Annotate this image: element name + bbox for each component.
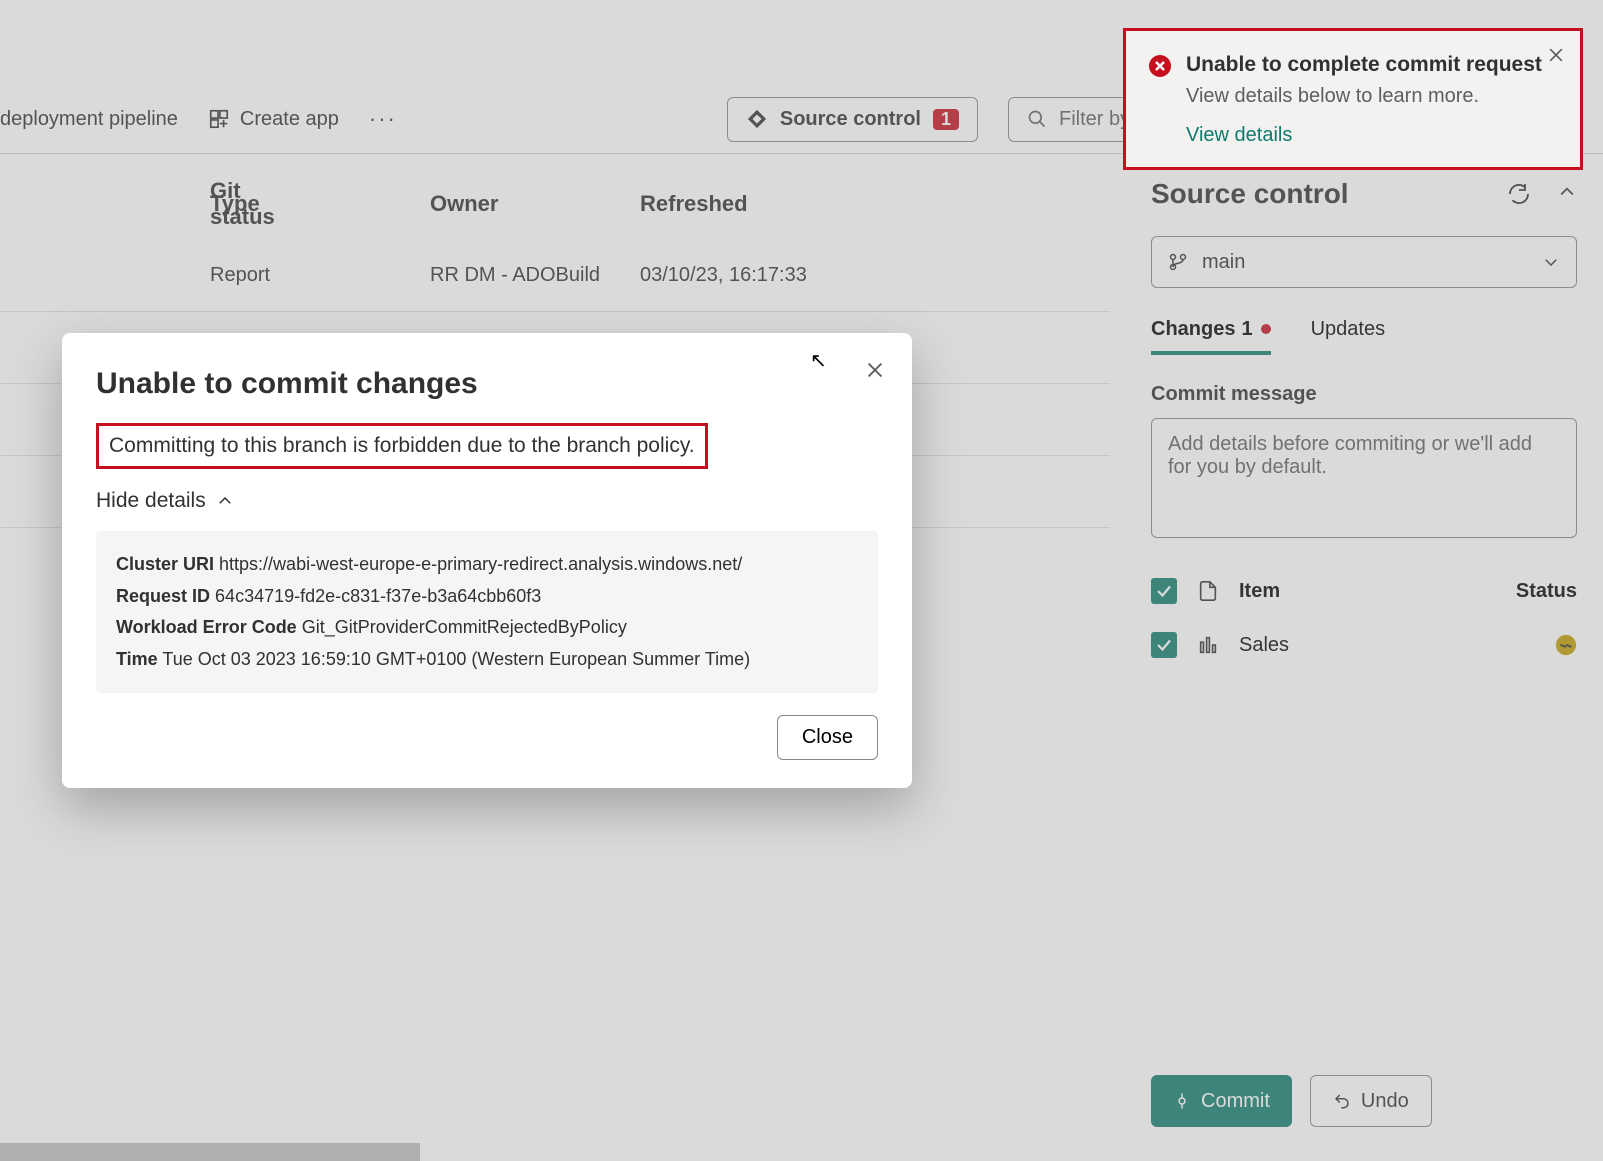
toast-title: Unable to complete commit request [1186, 51, 1542, 79]
error-modal: Unable to commit changes Committing to t… [62, 333, 912, 788]
create-app-link[interactable]: Create app [208, 108, 339, 131]
modal-error-message: Committing to this branch is forbidden d… [96, 423, 708, 469]
file-icon [1197, 580, 1219, 602]
deployment-pipeline-label: deployment pipeline [0, 108, 178, 131]
grid-row[interactable]: Uncommitted Report RR DM - ADOBuild 03/1… [0, 240, 1110, 312]
chevron-up-icon[interactable] [1557, 182, 1577, 202]
changes-list-row[interactable]: Sales [1151, 632, 1577, 658]
branch-name: main [1202, 251, 1245, 274]
modal-close-button[interactable]: Close [777, 715, 878, 760]
create-app-label: Create app [240, 108, 339, 131]
branch-selector[interactable]: main [1151, 236, 1577, 288]
branch-icon [1168, 252, 1188, 272]
source-control-panel: Source control main Changes 1 Updates Co… [1129, 168, 1599, 1161]
row-checkbox[interactable] [1151, 632, 1177, 658]
toast-view-details-link[interactable]: View details [1186, 124, 1542, 147]
cell-refreshed: 03/10/23, 16:17:33 [640, 264, 860, 287]
cell-type: Report [210, 264, 430, 287]
undo-icon [1333, 1092, 1351, 1110]
status-column: Status [1516, 580, 1577, 603]
detail-request-label: Request ID [116, 586, 210, 606]
col-type: Type [210, 191, 430, 217]
detail-workload-value: Git_GitProviderCommitRejectedByPolicy [302, 617, 627, 637]
hide-details-toggle[interactable]: Hide details [96, 489, 878, 513]
tab-updates[interactable]: Updates [1311, 318, 1386, 355]
toast-subtitle: View details below to learn more. [1186, 85, 1542, 108]
app-icon [208, 108, 230, 130]
refresh-icon[interactable] [1507, 182, 1531, 206]
horizontal-scrollbar[interactable] [0, 1143, 420, 1161]
tab-changes[interactable]: Changes 1 [1151, 318, 1271, 355]
source-control-badge: 1 [933, 109, 959, 130]
panel-title: Source control [1151, 178, 1349, 210]
changes-indicator-icon [1261, 324, 1271, 334]
error-toast: Unable to complete commit request View d… [1123, 28, 1583, 170]
row-item-name: Sales [1239, 634, 1289, 657]
commit-message-input[interactable]: Add details before commiting or we'll ad… [1151, 418, 1577, 538]
detail-cluster-value: https://wabi-west-europe-e-primary-redir… [219, 554, 742, 574]
modal-close-icon[interactable] [864, 359, 886, 381]
item-column: Item [1239, 580, 1280, 603]
commit-icon [1173, 1092, 1191, 1110]
deployment-pipeline-link[interactable]: deployment pipeline [0, 108, 178, 131]
toast-close-button[interactable] [1546, 45, 1566, 65]
error-icon [1148, 54, 1172, 78]
sc-tabs: Changes 1 Updates [1151, 318, 1577, 355]
tab-changes-count: 1 [1241, 318, 1252, 341]
undo-button[interactable]: Undo [1310, 1075, 1432, 1127]
commit-button-label: Commit [1201, 1090, 1270, 1113]
undo-button-label: Undo [1361, 1090, 1409, 1113]
source-control-pill[interactable]: Source control 1 [727, 97, 978, 142]
detail-request-value: 64c34719-fd2e-c831-f37e-b3a64cbb60f3 [215, 586, 541, 606]
cursor-icon: ↖ [810, 348, 827, 373]
hide-details-label: Hide details [96, 489, 206, 513]
col-refreshed: Refreshed [640, 191, 860, 217]
col-owner: Owner [430, 191, 640, 217]
search-icon [1027, 109, 1047, 129]
detail-time-label: Time [116, 649, 158, 669]
modal-details-box: Cluster URI https://wabi-west-europe-e-p… [96, 531, 878, 693]
cell-owner: RR DM - ADOBuild [430, 264, 640, 287]
chevron-down-icon [1542, 253, 1560, 271]
chevron-up-icon [216, 492, 234, 510]
col-git: Git status [0, 178, 210, 230]
grid-header-row: Git status Type Owner Refreshed [0, 168, 1110, 240]
more-menu[interactable]: ··· [369, 106, 397, 132]
tab-changes-label: Changes [1151, 318, 1235, 341]
select-all-checkbox[interactable] [1151, 578, 1177, 604]
modal-title: Unable to commit changes [96, 367, 878, 401]
detail-workload-label: Workload Error Code [116, 617, 297, 637]
changes-list-header: Item Status [1151, 578, 1577, 604]
source-control-icon [746, 108, 768, 130]
detail-time-value: Tue Oct 03 2023 16:59:10 GMT+0100 (Weste… [162, 649, 750, 669]
dataset-icon [1197, 634, 1219, 656]
source-control-label: Source control [780, 108, 921, 131]
commit-message-placeholder: Add details before commiting or we'll ad… [1168, 433, 1532, 478]
status-modified-icon [1555, 634, 1577, 656]
detail-cluster-label: Cluster URI [116, 554, 214, 574]
commit-message-label: Commit message [1151, 383, 1577, 406]
commit-button[interactable]: Commit [1151, 1075, 1292, 1127]
